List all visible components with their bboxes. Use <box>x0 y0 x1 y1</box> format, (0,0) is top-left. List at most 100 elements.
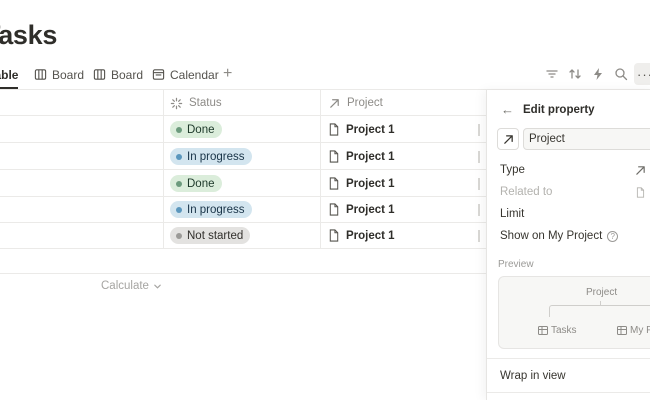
more-icon[interactable]: ··· <box>634 63 650 85</box>
project-cell[interactable]: Project 1 <box>328 116 395 143</box>
page-icon <box>329 229 339 242</box>
status-text: Done <box>187 177 215 190</box>
column-header-project-label: Project <box>347 97 383 109</box>
preview-connector <box>549 305 650 317</box>
column-header-project[interactable]: Project <box>328 90 383 116</box>
column-header-status-label: Status <box>189 97 222 109</box>
table-row[interactable]: Done Project 1 <box>0 116 488 143</box>
show-on-label: Show on My Project <box>500 230 603 242</box>
tab-board-1-label: Board <box>52 67 85 82</box>
wrap-in-view-row[interactable]: Wrap in view <box>500 370 566 382</box>
project-cell[interactable]: Project 1 <box>328 196 395 223</box>
tab-board-2[interactable]: Board <box>93 61 143 88</box>
status-icon <box>170 97 183 109</box>
page-title-text: Tasks <box>0 20 58 50</box>
status-text: In progress <box>187 150 245 163</box>
project-link[interactable]: Project 1 <box>346 124 395 136</box>
page-icon <box>329 203 339 216</box>
project-link[interactable]: Project 1 <box>346 204 395 216</box>
tab-calendar-label: Calendar <box>170 67 219 82</box>
automation-icon[interactable] <box>590 66 606 82</box>
tab-board-1[interactable]: Board <box>34 61 84 88</box>
help-icon[interactable]: ? <box>607 230 619 242</box>
limit-row[interactable]: Limit <box>500 208 524 220</box>
limit-label: Limit <box>500 208 525 220</box>
related-to-row: Related to <box>500 186 552 198</box>
add-view-button[interactable]: + <box>223 66 232 82</box>
status-text: Done <box>187 123 215 136</box>
filter-icon[interactable] <box>544 66 560 82</box>
cell-edge <box>478 230 480 242</box>
preview-node-my-project: My P <box>617 325 650 336</box>
status-dot <box>176 126 182 133</box>
related-to-label: Related to <box>500 186 553 198</box>
type-label: Type <box>500 164 525 176</box>
tab-table[interactable]: Table <box>0 61 19 89</box>
relation-preview: Project Tasks My P <box>498 276 650 349</box>
cell-edge <box>478 151 480 163</box>
panel-header: ← Edit property <box>501 102 595 117</box>
project-cell[interactable]: Project 1 <box>328 222 395 249</box>
tab-board-2-label: Board <box>111 67 144 82</box>
chevron-down-icon <box>154 284 161 289</box>
sort-icon[interactable] <box>567 66 583 82</box>
preview-project-label: Project <box>586 287 618 298</box>
status-badge[interactable]: Not started <box>170 227 251 244</box>
preview-label: Preview <box>498 259 534 270</box>
calculate-label: Calculate <box>101 280 149 292</box>
status-badge[interactable]: Done <box>170 175 222 192</box>
page-icon <box>329 123 339 136</box>
table-header-row: Status Project <box>0 90 488 116</box>
panel-divider <box>487 392 650 393</box>
board-icon <box>93 69 106 80</box>
column-header-status[interactable]: Status <box>170 90 222 116</box>
property-icon-button[interactable] <box>497 128 519 150</box>
preview-node-tasks-label: Tasks <box>551 325 577 336</box>
relation-arrow-icon <box>330 98 339 108</box>
relation-arrow-icon <box>503 134 513 144</box>
table-row[interactable]: In progress Project 1 <box>0 143 488 170</box>
tab-table-label: Table <box>0 67 19 82</box>
table-row[interactable]: Done Project 1 <box>0 170 488 197</box>
show-on-row[interactable]: Show on My Project ? <box>500 230 619 242</box>
project-link[interactable]: Project 1 <box>346 178 395 190</box>
status-dot <box>176 206 182 213</box>
new-row[interactable] <box>0 248 488 274</box>
panel-title: Edit property <box>523 103 595 116</box>
table-row[interactable]: Not started Project 1 <box>0 222 488 249</box>
calendar-icon <box>152 69 165 80</box>
status-dot <box>176 180 182 187</box>
project-cell[interactable]: Project 1 <box>328 143 395 170</box>
project-cell[interactable]: Project 1 <box>328 170 395 197</box>
cell-edge <box>478 124 480 136</box>
page-icon <box>329 177 339 190</box>
cell-edge <box>478 204 480 216</box>
table-icon <box>617 326 627 335</box>
wrap-in-view-label: Wrap in view <box>500 370 566 382</box>
arrow-left-icon[interactable]: ← <box>501 102 514 117</box>
tab-calendar[interactable]: Calendar <box>152 61 219 88</box>
status-badge[interactable]: In progress <box>170 148 252 165</box>
type-value[interactable] <box>635 165 646 176</box>
page-title: Tasks <box>0 20 73 60</box>
calculate-button[interactable]: Calculate <box>101 280 162 292</box>
status-badge[interactable]: Done <box>170 121 222 138</box>
property-name-input[interactable] <box>523 128 650 150</box>
relation-arrow-icon <box>636 166 645 175</box>
cell-edge <box>478 178 480 190</box>
type-row[interactable]: Type <box>500 164 525 176</box>
preview-node-tasks: Tasks <box>538 325 577 336</box>
project-link[interactable]: Project 1 <box>346 151 395 163</box>
preview-node-my-project-label: My P <box>630 325 650 336</box>
status-dot <box>176 232 182 239</box>
status-text: In progress <box>187 203 245 216</box>
project-link[interactable]: Project 1 <box>346 230 395 242</box>
page-icon <box>329 150 339 163</box>
status-badge[interactable]: In progress <box>170 201 252 218</box>
page-icon <box>636 187 645 198</box>
search-icon[interactable] <box>613 66 629 82</box>
table-row[interactable]: In progress Project 1 <box>0 196 488 223</box>
edit-property-panel: ← Edit property Type Related to Limit Sh… <box>486 90 650 400</box>
board-icon <box>34 69 47 80</box>
related-to-value <box>635 187 646 198</box>
